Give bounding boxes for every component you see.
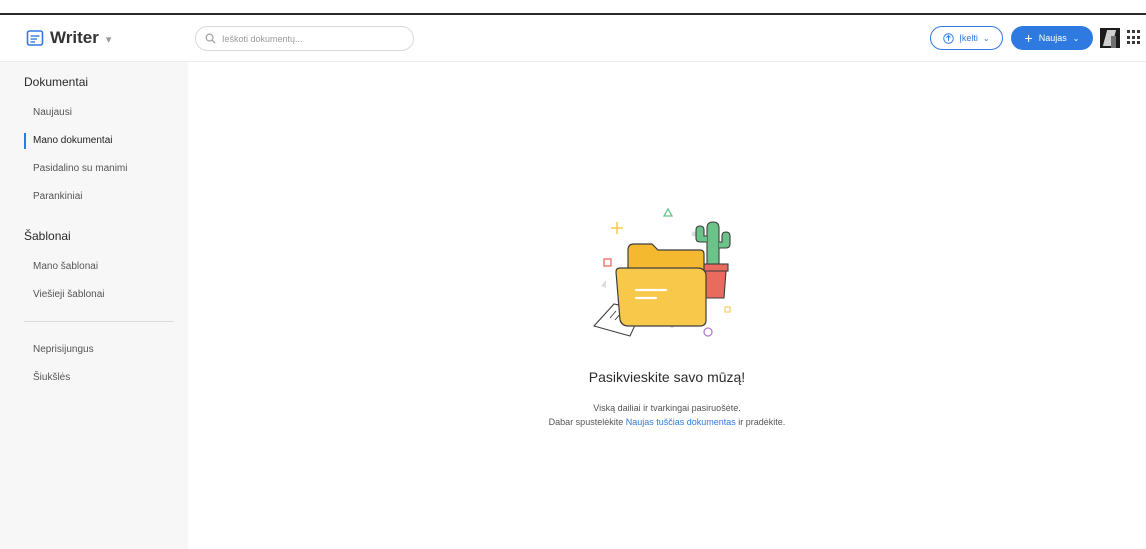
new-blank-document-link[interactable]: Naujas tuščias dokumentas	[626, 417, 736, 427]
chevron-down-icon: ⌄	[1072, 33, 1080, 43]
sidebar-item-shared-with-me[interactable]: Pasidalino su manimi	[33, 163, 128, 174]
active-indicator	[24, 133, 26, 149]
new-label: Naujas	[1038, 33, 1067, 43]
apps-grid-icon[interactable]	[1127, 30, 1142, 45]
sidebar-item-recent[interactable]: Naujausi	[33, 107, 72, 118]
sidebar-item-my-documents[interactable]: Mano dokumentai	[33, 135, 113, 146]
sidebar-section-documents: Dokumentai	[24, 75, 89, 89]
search-box[interactable]	[195, 26, 414, 51]
upload-cloud-icon	[943, 32, 955, 44]
empty-state-text: Dabar spustelėkite	[548, 417, 626, 427]
sidebar-section-templates: Šablonai	[24, 229, 71, 243]
sidebar-divider	[24, 321, 174, 322]
sidebar-item-offline[interactable]: Neprisijungus	[33, 344, 94, 355]
app-name: Writer	[50, 28, 99, 47]
search-input[interactable]	[222, 33, 402, 44]
upload-label: Įkelti	[959, 33, 978, 43]
plus-icon: +	[1024, 30, 1033, 46]
chevron-down-icon: ▾	[105, 33, 112, 46]
folder-cactus-illustration	[592, 208, 731, 337]
search-icon	[205, 33, 216, 44]
sidebar: Dokumentai Naujausi Mano dokumentai Pasi…	[0, 62, 188, 549]
new-document-button[interactable]: + Naujas ⌄	[1011, 26, 1093, 50]
main-content: Pasikvieskite savo mūzą! Viską dailiai i…	[188, 62, 1146, 549]
top-bar: Writer ▾ Įkelti ⌄ + Naujas ⌄	[0, 15, 1146, 62]
upload-button[interactable]: Įkelti ⌄	[930, 26, 1003, 50]
empty-state-line-2: Dabar spustelėkite Naujas tuščias dokume…	[188, 417, 1146, 427]
chevron-down-icon: ⌄	[982, 33, 990, 43]
window-top-edge	[0, 0, 1146, 15]
sidebar-item-public-templates[interactable]: Viešieji šablonai	[33, 289, 105, 300]
sidebar-item-trash[interactable]: Šiukšlės	[33, 372, 70, 383]
avatar[interactable]	[1100, 28, 1120, 48]
app-brand[interactable]: Writer ▾	[26, 25, 111, 51]
empty-state-text: ir pradėkite.	[735, 417, 786, 427]
sidebar-item-favorites[interactable]: Parankiniai	[33, 191, 82, 202]
sidebar-item-my-templates[interactable]: Mano šablonai	[33, 261, 98, 272]
writer-doc-icon	[26, 30, 44, 46]
empty-state-line-1: Viską dailiai ir tvarkingai pasiruošėte.	[593, 403, 741, 413]
empty-state-title: Pasikvieskite savo mūzą!	[588, 369, 746, 385]
